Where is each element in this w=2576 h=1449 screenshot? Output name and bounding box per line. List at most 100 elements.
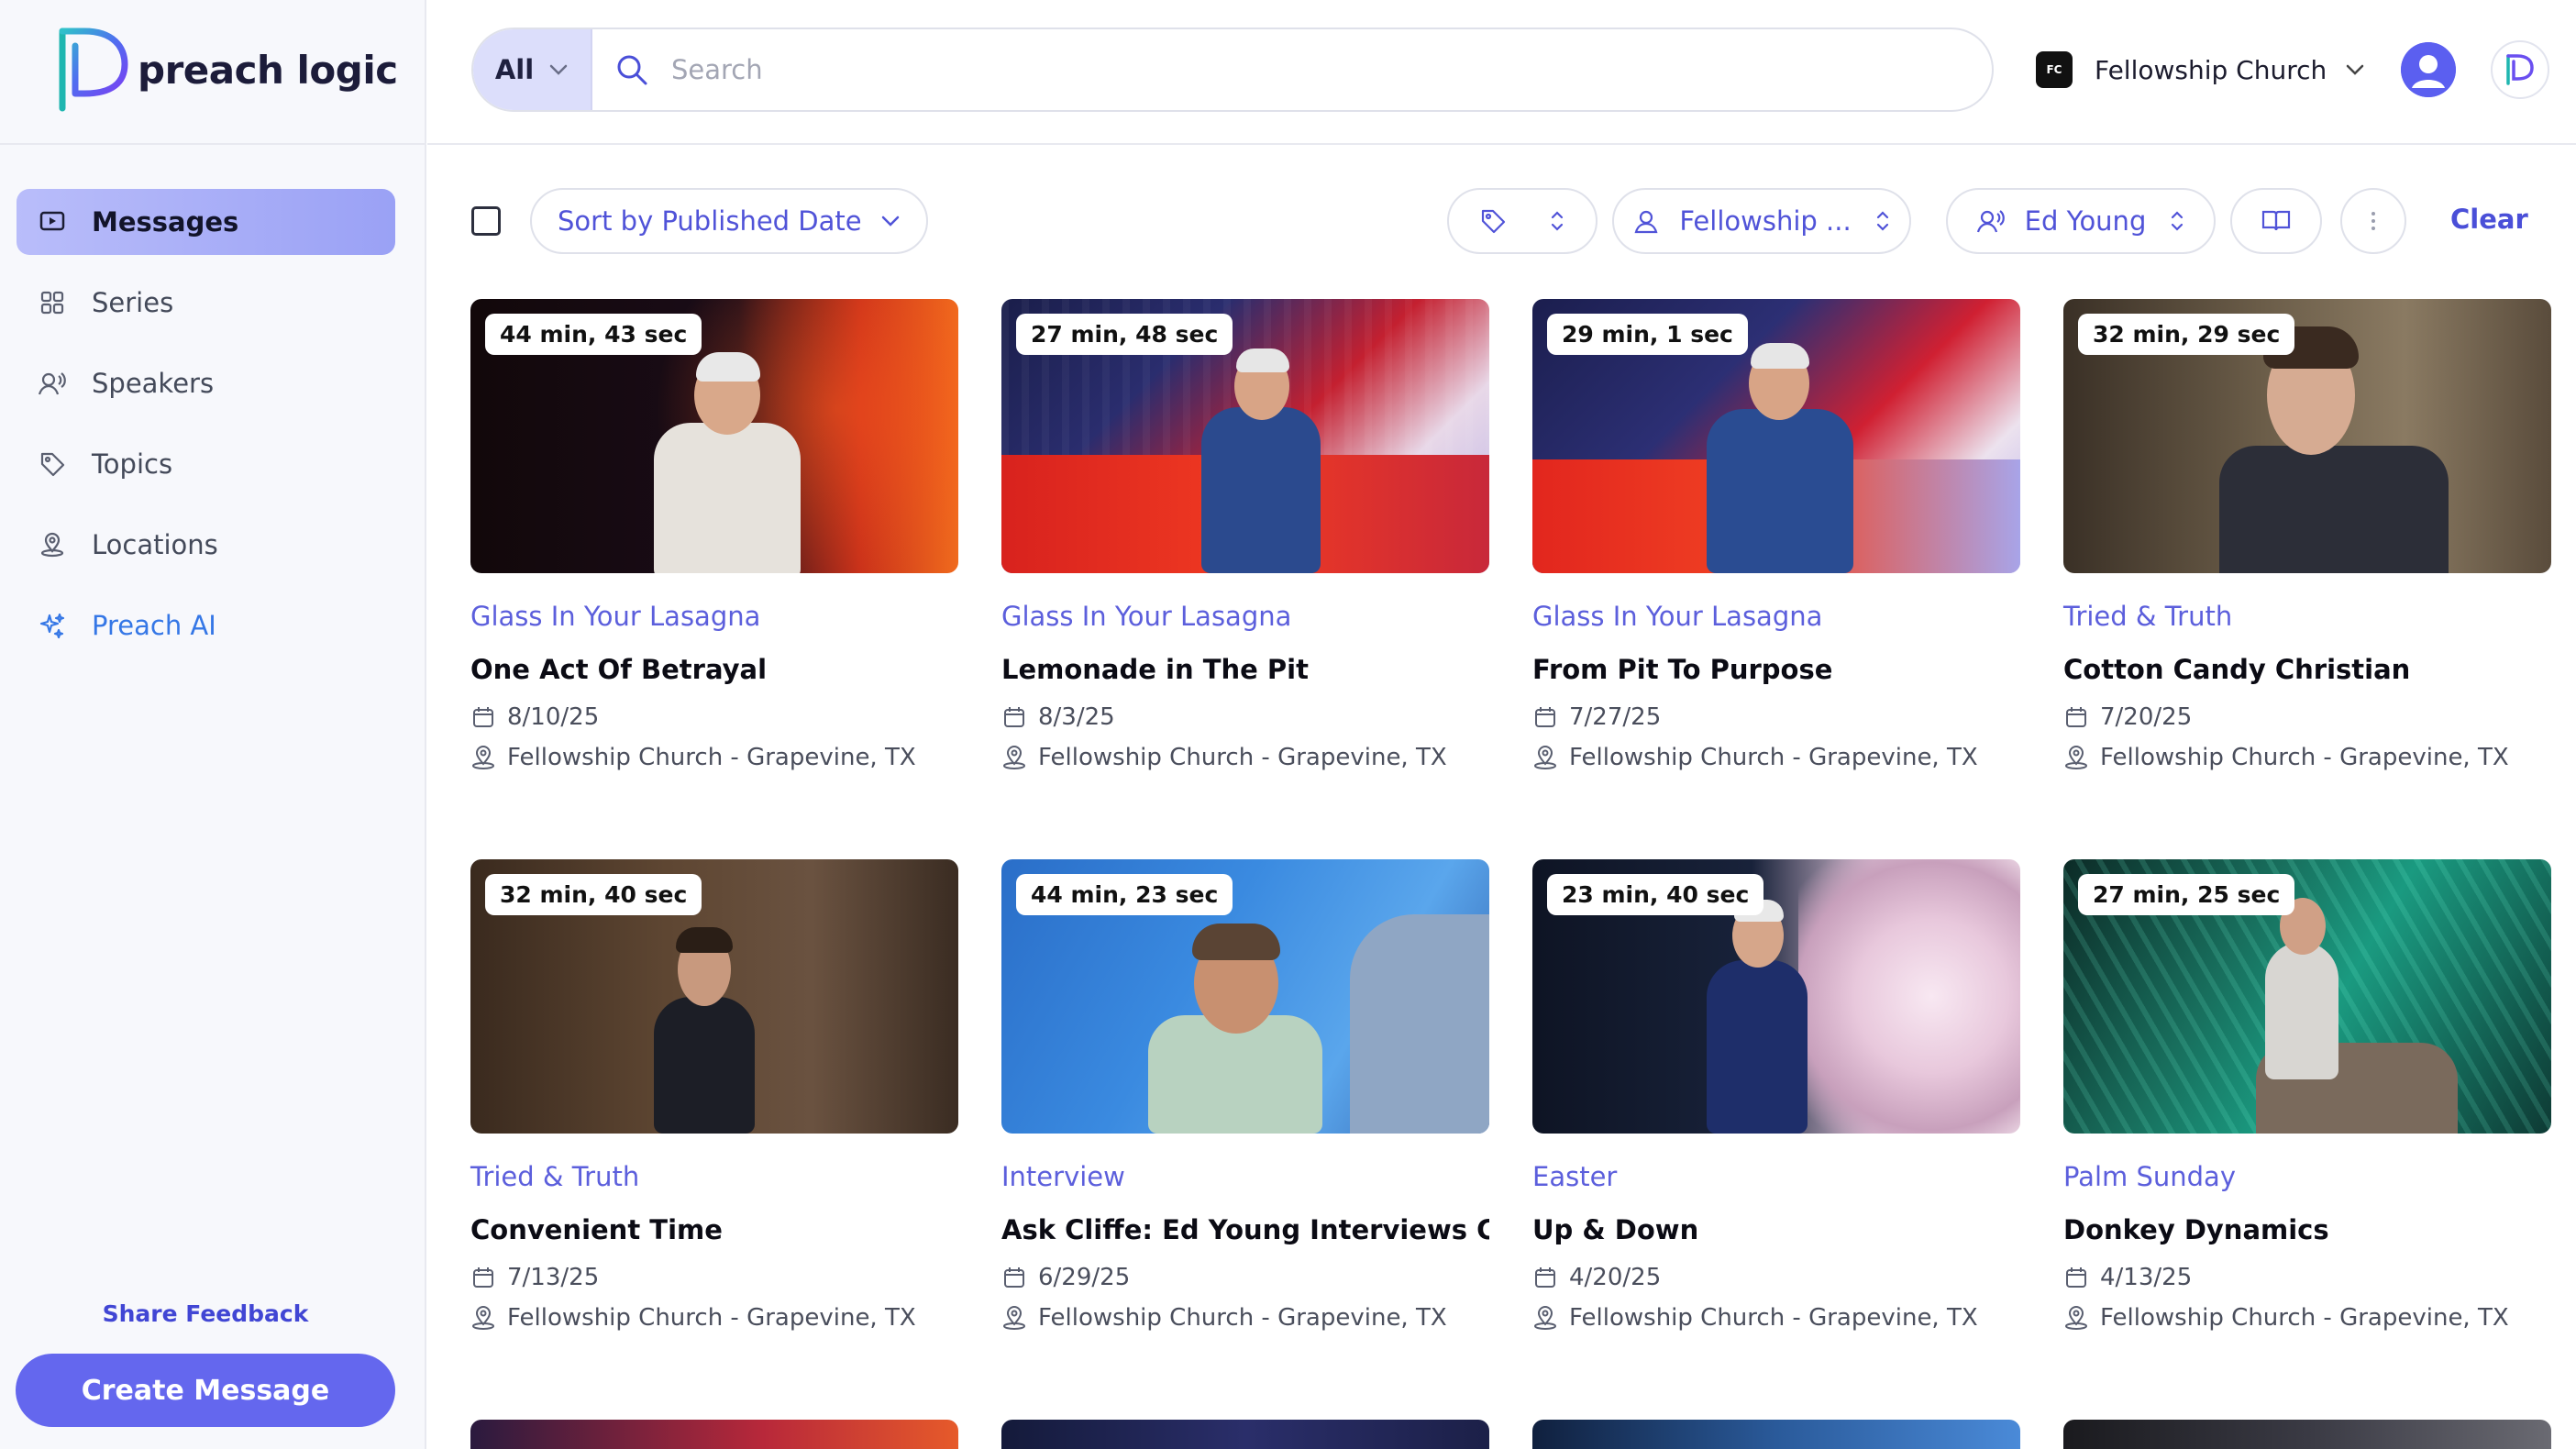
sidebar-item-series[interactable]: Series <box>17 270 395 336</box>
sidebar-item-locations[interactable]: Locations <box>17 512 395 578</box>
message-thumbnail[interactable] <box>2063 1420 2551 1449</box>
speaker-icon <box>39 370 66 397</box>
location-text: Fellowship Church - Grapevine, TX <box>1569 744 1978 771</box>
calendar-icon <box>1001 704 1027 730</box>
location-text: Fellowship Church - Grapevine, TX <box>1038 1304 1447 1332</box>
series-link[interactable]: Glass In Your Lasagna <box>1001 601 1489 632</box>
series-link[interactable]: Tried & Truth <box>470 1161 958 1192</box>
messages-icon <box>39 208 66 236</box>
message-thumbnail[interactable]: 44 min, 23 sec <box>1001 859 1489 1134</box>
location-icon <box>39 531 66 559</box>
message-title[interactable]: Ask Cliffe: Ed Young Interviews Cliffe K… <box>1001 1214 1489 1245</box>
message-thumbnail[interactable]: 32 min, 40 sec <box>470 859 958 1134</box>
chevron-down-icon <box>2347 64 2364 75</box>
sidebar-item-messages[interactable]: Messages <box>17 189 395 255</box>
calendar-icon <box>470 704 496 730</box>
message-card[interactable]: 32 min, 29 sec Tried & Truth Cotton Cand… <box>2063 299 2551 771</box>
message-card[interactable]: 44 min, 23 sec Interview Ask Cliffe: Ed … <box>1001 859 1489 1332</box>
clear-filters-button[interactable]: Clear <box>2450 204 2528 235</box>
search-input[interactable] <box>671 54 1992 85</box>
more-options-button[interactable] <box>2340 188 2406 254</box>
date-text: 4/20/25 <box>1569 1264 1662 1291</box>
series-link[interactable]: Interview <box>1001 1161 1489 1192</box>
message-date: 7/20/25 <box>2063 703 2551 731</box>
create-message-button[interactable]: Create Message <box>16 1354 395 1427</box>
location-filter-label: Fellowship ... <box>1679 205 1852 237</box>
calendar-icon <box>1532 704 1558 730</box>
date-text: 8/3/25 <box>1038 703 1115 731</box>
location-icon <box>2063 1305 2089 1331</box>
brand-logo[interactable]: preach logic <box>57 26 398 114</box>
message-thumbnail[interactable] <box>1001 1420 1489 1449</box>
message-thumbnail[interactable] <box>1532 1420 2020 1449</box>
share-feedback-link[interactable]: Share Feedback <box>0 1300 411 1327</box>
message-thumbnail[interactable]: 27 min, 48 sec <box>1001 299 1489 573</box>
message-card[interactable] <box>2063 1420 2551 1449</box>
message-thumbnail[interactable]: 27 min, 25 sec <box>2063 859 2551 1134</box>
series-link[interactable]: Glass In Your Lasagna <box>470 601 958 632</box>
message-card[interactable]: 29 min, 1 sec Glass In Your Lasagna From… <box>1532 299 2020 771</box>
message-title[interactable]: Convenient Time <box>470 1214 958 1245</box>
user-icon <box>2401 42 2456 97</box>
date-text: 6/29/25 <box>1038 1264 1131 1291</box>
location-text: Fellowship Church - Grapevine, TX <box>2100 1304 2509 1332</box>
message-card[interactable] <box>470 1420 958 1449</box>
location-icon <box>1532 745 1558 770</box>
select-all-checkbox[interactable] <box>471 206 501 236</box>
message-thumbnail[interactable]: 29 min, 1 sec <box>1532 299 2020 573</box>
sidebar-item-label: Topics <box>92 448 173 480</box>
message-card[interactable] <box>1532 1420 2020 1449</box>
series-link[interactable]: Palm Sunday <box>2063 1161 2551 1192</box>
message-title[interactable]: One Act Of Betrayal <box>470 654 958 685</box>
app-switcher[interactable] <box>2491 40 2549 99</box>
message-card[interactable]: 23 min, 40 sec Easter Up & Down 4/20/25 … <box>1532 859 2020 1332</box>
message-card[interactable]: 27 min, 25 sec Palm Sunday Donkey Dynami… <box>2063 859 2551 1332</box>
location-filter[interactable]: Fellowship ... <box>1612 188 1911 254</box>
calendar-icon <box>2063 1265 2089 1290</box>
message-card[interactable]: 44 min, 43 sec Glass In Your Lasagna One… <box>470 299 958 771</box>
message-title[interactable]: Lemonade in The Pit <box>1001 654 1489 685</box>
message-thumbnail[interactable]: 32 min, 29 sec <box>2063 299 2551 573</box>
duration-badge: 32 min, 40 sec <box>485 874 702 915</box>
search-scope-dropdown[interactable]: All <box>473 29 592 110</box>
message-thumbnail[interactable]: 44 min, 43 sec <box>470 299 958 573</box>
message-title[interactable]: Donkey Dynamics <box>2063 1214 2551 1245</box>
topic-filter[interactable] <box>1447 188 1598 254</box>
sidebar-item-label: Series <box>92 287 174 318</box>
message-location: Fellowship Church - Grapevine, TX <box>1001 744 1489 771</box>
speaker-filter[interactable]: Ed Young <box>1946 188 2216 254</box>
sort-updown-icon <box>1875 209 1890 233</box>
message-card[interactable]: 27 min, 48 sec Glass In Your Lasagna Lem… <box>1001 299 1489 771</box>
series-link[interactable]: Tried & Truth <box>2063 601 2551 632</box>
sidebar-item-preach-ai[interactable]: Preach AI <box>17 592 395 658</box>
chevron-down-icon <box>549 64 568 75</box>
series-link[interactable]: Glass In Your Lasagna <box>1532 601 2020 632</box>
message-title[interactable]: Up & Down <box>1532 1214 2020 1245</box>
message-title[interactable]: Cotton Candy Christian <box>2063 654 2551 685</box>
location-icon <box>470 1305 496 1331</box>
sort-updown-icon <box>2170 209 2184 233</box>
message-location: Fellowship Church - Grapevine, TX <box>1001 1304 1489 1332</box>
location-text: Fellowship Church - Grapevine, TX <box>1569 1304 1978 1332</box>
message-thumbnail[interactable] <box>470 1420 958 1449</box>
message-location: Fellowship Church - Grapevine, TX <box>470 1304 958 1332</box>
sidebar-item-topics[interactable]: Topics <box>17 431 395 497</box>
scripture-filter[interactable] <box>2230 188 2322 254</box>
date-text: 7/13/25 <box>507 1264 600 1291</box>
sidebar-item-speakers[interactable]: Speakers <box>17 350 395 416</box>
church-selector[interactable]: FC Fellowship Church <box>2036 44 2365 95</box>
speaker-icon <box>1976 208 2005 234</box>
calendar-icon <box>1532 1265 1558 1290</box>
sort-dropdown[interactable]: Sort by Published Date <box>530 188 928 254</box>
date-text: 8/10/25 <box>507 703 600 731</box>
church-badge: FC <box>2036 51 2073 88</box>
user-avatar[interactable] <box>2401 42 2456 97</box>
message-card[interactable] <box>1001 1420 1489 1449</box>
message-title[interactable]: From Pit To Purpose <box>1532 654 2020 685</box>
message-date: 4/20/25 <box>1532 1264 2020 1291</box>
location-icon <box>1633 208 1659 234</box>
sidebar-item-label: Messages <box>92 206 239 238</box>
series-link[interactable]: Easter <box>1532 1161 2020 1192</box>
message-card[interactable]: 32 min, 40 sec Tried & Truth Convenient … <box>470 859 958 1332</box>
message-thumbnail[interactable]: 23 min, 40 sec <box>1532 859 2020 1134</box>
